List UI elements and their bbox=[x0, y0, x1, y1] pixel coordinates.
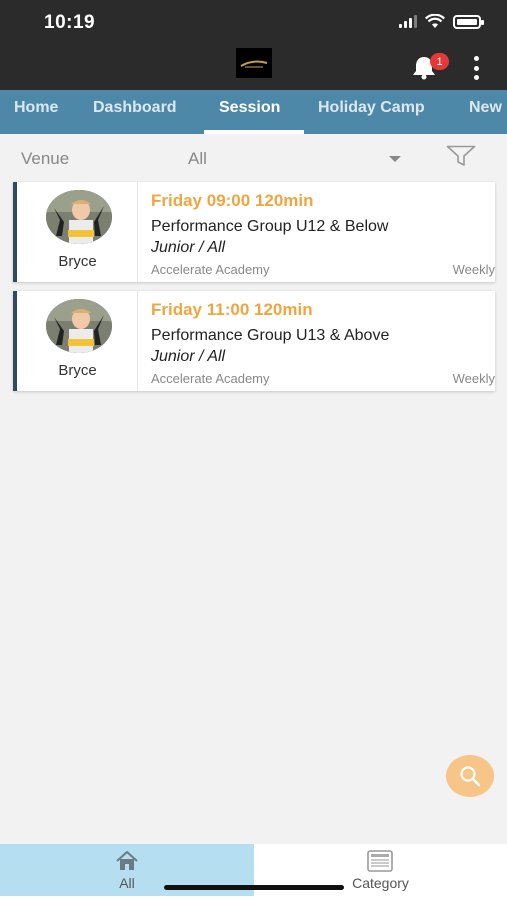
notification-badge: 1 bbox=[430, 53, 449, 70]
session-level: Junior / All bbox=[151, 239, 226, 256]
tab-new[interactable]: New bbox=[469, 90, 502, 134]
session-title: Performance Group U13 & Above bbox=[151, 327, 390, 344]
filter-icon[interactable] bbox=[446, 145, 476, 167]
search-button[interactable] bbox=[446, 755, 494, 797]
category-icon bbox=[367, 850, 393, 872]
session-details: Friday 11:00 120min Performance Group U1… bbox=[151, 291, 495, 391]
session-venue: Accelerate Academy bbox=[151, 371, 270, 386]
venue-select[interactable]: All bbox=[188, 149, 207, 169]
top-bar: 10:19 1 bbox=[0, 0, 507, 90]
app-logo[interactable] bbox=[236, 48, 272, 78]
tab-home[interactable]: Home bbox=[14, 90, 58, 134]
session-frequency: Weekly bbox=[452, 371, 495, 386]
battery-icon bbox=[453, 14, 484, 29]
session-card[interactable]: Bryce Friday 11:00 120min Performance Gr… bbox=[13, 291, 495, 391]
home-indicator bbox=[164, 885, 344, 890]
status-icons bbox=[399, 14, 484, 29]
coach-name: Bryce bbox=[58, 362, 97, 379]
session-frequency: Weekly bbox=[452, 262, 495, 277]
tab-session[interactable]: Session bbox=[219, 90, 280, 134]
coach-panel: Bryce bbox=[17, 291, 138, 391]
tab-dashboard[interactable]: Dashboard bbox=[93, 90, 177, 134]
bottom-nav: All Category bbox=[0, 844, 507, 900]
session-level: Junior / All bbox=[151, 348, 226, 365]
coach-name: Bryce bbox=[58, 253, 97, 270]
home-icon bbox=[116, 851, 138, 870]
session-time: Friday 11:00 120min bbox=[151, 300, 313, 319]
venue-label: Venue bbox=[21, 149, 70, 168]
tab-holiday-camp[interactable]: Holiday Camp bbox=[318, 90, 425, 134]
logo-mark-icon bbox=[240, 60, 268, 68]
status-time: 10:19 bbox=[44, 12, 96, 33]
session-details: Friday 09:00 120min Performance Group U1… bbox=[151, 182, 495, 282]
main-nav: Home Dashboard Session Holiday Camp New bbox=[0, 90, 507, 134]
coach-avatar bbox=[46, 190, 112, 244]
coach-panel: Bryce bbox=[17, 182, 138, 282]
session-venue: Accelerate Academy bbox=[151, 262, 270, 277]
wifi-icon bbox=[425, 14, 445, 28]
more-options-icon[interactable] bbox=[468, 56, 484, 80]
session-title: Performance Group U12 & Below bbox=[151, 218, 389, 235]
search-icon bbox=[460, 766, 481, 787]
coach-avatar bbox=[46, 299, 112, 353]
coach-photo bbox=[46, 299, 112, 353]
session-time: Friday 09:00 120min bbox=[151, 191, 314, 210]
session-card[interactable]: Bryce Friday 09:00 120min Performance Gr… bbox=[13, 182, 495, 282]
venue-filter-row: Venue All bbox=[0, 134, 507, 180]
cellular-signal-icon bbox=[399, 15, 417, 28]
coach-photo bbox=[46, 190, 112, 244]
dropdown-caret-icon[interactable] bbox=[389, 156, 401, 162]
